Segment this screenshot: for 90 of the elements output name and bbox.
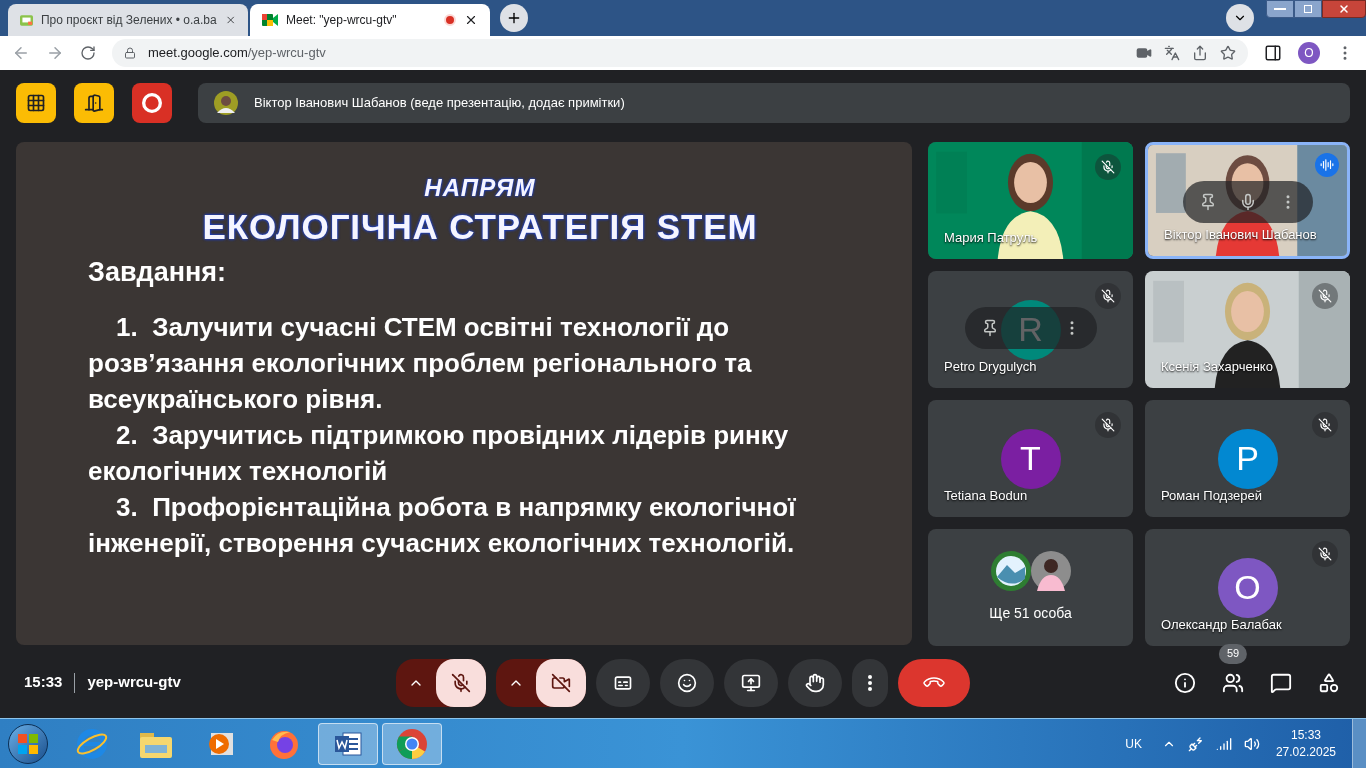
clock-date: 27.02.2025 [1275, 743, 1336, 761]
participant-tile[interactable]: R Petro Drygulych [928, 271, 1133, 389]
participant-name: Роман Подзерей [1161, 486, 1262, 505]
power-icon[interactable] [1187, 735, 1204, 752]
slide-title: ЕКОЛОГІЧНА СТРАТЕГІЯ STEM [202, 206, 758, 249]
raise-hand-button[interactable] [788, 658, 842, 707]
camera-off-icon [551, 672, 571, 693]
record-icon [142, 92, 162, 113]
muted-microphone-icon [1095, 154, 1121, 181]
door-icon [84, 92, 104, 113]
forward-icon[interactable] [46, 44, 64, 62]
participant-tile[interactable]: Ще 51 особа [928, 529, 1133, 647]
meeting-code: yep-wrcu-gtv [87, 672, 181, 693]
chat-icon [1270, 671, 1292, 694]
page-icon [20, 12, 33, 28]
tab-title: Про проєкт від Зелених • o.a.ba [41, 12, 217, 29]
info-icon [1174, 671, 1196, 694]
volume-icon[interactable] [1243, 735, 1260, 752]
muted-microphone-icon [1095, 283, 1121, 310]
video-camera-icon [262, 13, 278, 27]
profile-avatar[interactable]: O [1298, 42, 1320, 64]
layout-button[interactable] [16, 82, 56, 123]
slide-kicker: НАПРЯМ [424, 173, 536, 204]
browser-e-icon [75, 726, 109, 761]
more-options-button[interactable] [852, 658, 888, 707]
start-button[interactable] [8, 723, 48, 764]
tab-title: Meet: "yep-wrcu-gtv" [286, 12, 398, 29]
muted-microphone-icon [1312, 283, 1338, 310]
plus-icon [506, 10, 522, 26]
side-panel-icon[interactable] [1264, 44, 1282, 62]
bookmark-star-icon[interactable] [1220, 45, 1236, 61]
browser-tab[interactable]: Про проєкт від Зелених • o.a.ba [8, 4, 248, 36]
participant-name: Tetiana Bodun [944, 486, 1028, 505]
lock-icon [124, 47, 136, 59]
slide-list-item: 2. Заручитись підтримкою провідних лідерів ринку екологічних технологій [88, 418, 790, 488]
hand-icon [805, 672, 825, 693]
camera-button[interactable] [536, 658, 586, 707]
muted-microphone-icon [1312, 541, 1338, 568]
url-text: meet.google.com/yep-wrcu-gtv [148, 44, 327, 63]
clock[interactable]: 15:33 27.02.2025 [1275, 726, 1336, 761]
taskbar-app[interactable] [318, 722, 378, 765]
participant-name: Ще 51 особа [989, 604, 1072, 624]
participant-tile[interactable]: T Tetiana Bodun [928, 400, 1133, 518]
taskbar-app[interactable] [382, 722, 442, 765]
tab-search-button[interactable] [1226, 4, 1254, 32]
new-tab-button[interactable] [500, 4, 528, 32]
address-bar[interactable]: meet.google.com/yep-wrcu-gtv [112, 39, 1248, 67]
participant-tile[interactable]: P Роман Подзерей [1145, 400, 1350, 518]
participant-name: Олександр Балабак [1161, 615, 1282, 634]
slide-list-item: 1. Залучити сучасні СТЕМ освітні технології до розв’язання екологічних проблем регіонального та всеукраїнського рівня. [88, 310, 753, 416]
signal-icon[interactable] [1215, 735, 1232, 752]
language-indicator[interactable]: UK [1125, 734, 1142, 753]
muted-microphone-icon [1312, 412, 1338, 439]
more-icon [868, 674, 872, 691]
grid-icon [26, 92, 46, 113]
minimize-icon [1274, 8, 1286, 10]
door-button[interactable] [74, 82, 114, 123]
record-button[interactable] [132, 82, 172, 123]
microphone-button[interactable] [436, 658, 486, 707]
translate-icon[interactable] [1164, 45, 1180, 61]
participant-tile[interactable]: O Олександр Балабак [1145, 529, 1350, 647]
microphone-off-icon [451, 672, 471, 693]
restore-button[interactable] [1294, 0, 1322, 18]
close-window-button[interactable] [1322, 0, 1366, 18]
reactions-button[interactable] [660, 658, 714, 707]
minimize-button[interactable] [1266, 0, 1294, 18]
close-icon[interactable] [464, 13, 478, 27]
presenter-text: Віктор Іванович Шабанов (веде презентацію, додає примітки) [254, 93, 625, 112]
participant-name: Petro Drygulych [944, 357, 1037, 376]
back-icon[interactable] [12, 44, 30, 62]
share-icon[interactable] [1192, 45, 1208, 61]
browser-tab[interactable]: Meet: "yep-wrcu-gtv" [250, 4, 490, 36]
shapes-icon [1318, 671, 1340, 694]
slide-heading: Завдання: [88, 256, 228, 290]
restore-icon [1304, 5, 1312, 13]
leave-call-button[interactable] [898, 658, 970, 707]
captions-button[interactable] [596, 658, 650, 707]
close-icon [1338, 3, 1350, 15]
clock-time: 15:33 [1290, 726, 1321, 744]
present-screen-icon [741, 672, 761, 693]
camera-icon[interactable] [1136, 45, 1152, 61]
smiley-icon [677, 672, 697, 693]
meeting-time: 15:33 [24, 672, 63, 693]
windows-logo-icon [17, 732, 39, 755]
present-button[interactable] [724, 658, 778, 707]
slide-list-item: 3. Профорієнтаційна робота в напрямку екологічної інженерії, створення сучасних екологічних технологій. [88, 490, 797, 560]
reload-icon[interactable] [80, 45, 96, 61]
muted-microphone-icon [1095, 412, 1121, 439]
people-icon [1222, 671, 1244, 694]
chrome-icon [396, 727, 428, 760]
